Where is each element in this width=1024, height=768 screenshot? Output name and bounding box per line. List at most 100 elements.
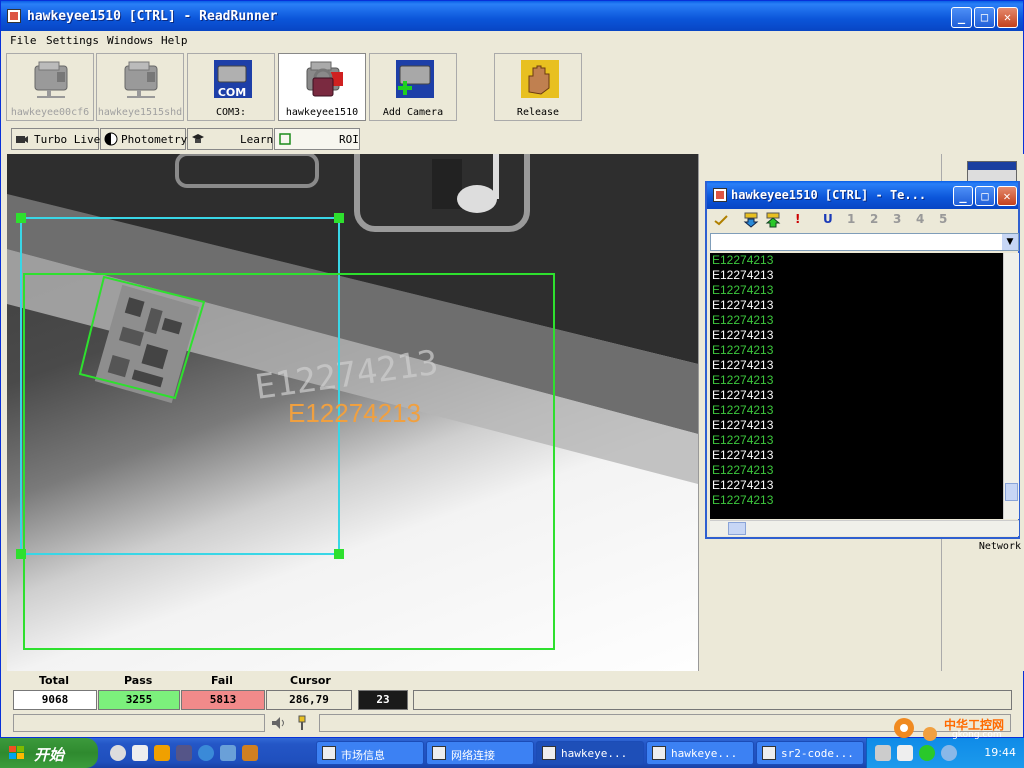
quicklaunch-icon[interactable] — [220, 745, 236, 761]
terminal-vertical-scrollbar[interactable] — [1003, 253, 1019, 519]
task-hawkeye-terminal[interactable]: hawkeye... — [646, 741, 754, 765]
close-button[interactable]: ✕ — [997, 7, 1018, 28]
ie-icon[interactable] — [198, 745, 214, 761]
cursor-position: 286,79 — [266, 690, 352, 710]
fail-count: 5813 — [181, 690, 265, 710]
upload-arrow-icon[interactable] — [765, 212, 781, 228]
camera-hawkeye1515shd[interactable]: hawkeye1515shd — [96, 53, 184, 121]
terminal-line: E12274213 — [712, 418, 774, 432]
menu-file[interactable]: File — [10, 34, 37, 47]
task-hawkeye-main[interactable]: hawkeye... — [536, 741, 644, 765]
task-label: hawkeye... — [671, 747, 738, 760]
download-arrow-icon[interactable] — [743, 212, 759, 228]
release-hand-icon — [521, 60, 559, 98]
total-count: 9068 — [13, 690, 97, 710]
photometry-button[interactable]: Photometry — [100, 128, 187, 150]
tray-icon[interactable] — [941, 745, 957, 761]
half-circle-icon — [104, 132, 118, 146]
terminal-close-button[interactable]: ✕ — [997, 186, 1017, 206]
start-label: 开始 — [34, 746, 65, 764]
maximize-button[interactable]: □ — [974, 7, 995, 28]
channel-5[interactable]: 5 — [939, 212, 947, 226]
task-network[interactable]: 网络连接 — [426, 741, 534, 765]
task-market-info[interactable]: 市场信息 — [316, 741, 424, 765]
camera-label: hawkeyee00cf6 — [10, 107, 90, 118]
network-label[interactable]: Network — [943, 541, 1021, 552]
app-icon — [762, 746, 776, 760]
terminal-line: E12274213 — [712, 463, 774, 477]
roi-handle[interactable] — [334, 213, 344, 223]
task-label: sr2-code... — [781, 747, 854, 760]
keyboard-icon[interactable] — [875, 745, 891, 761]
scroll-thumb[interactable] — [1005, 483, 1018, 501]
tray-icon[interactable] — [919, 745, 935, 761]
menu-settings[interactable]: Settings — [46, 34, 99, 47]
menu-help[interactable]: Help — [161, 34, 188, 47]
channel-1[interactable]: 1 — [847, 212, 855, 226]
quicklaunch-icon[interactable] — [242, 745, 258, 761]
roi-label: ROI — [339, 133, 359, 146]
camera-label: hawkeyee1510 — [285, 107, 359, 118]
folder-icon — [322, 746, 336, 760]
probe-icon[interactable] — [293, 714, 311, 732]
roi-square-icon — [279, 133, 291, 145]
speaker-icon[interactable] — [269, 714, 287, 732]
terminal-line: E12274213 — [712, 373, 774, 387]
app-icon — [7, 9, 21, 23]
camera-hawkeyee1510[interactable]: hawkeyee1510 — [278, 53, 366, 121]
serial-port-icon: COM — [214, 60, 252, 99]
alert-icon[interactable]: ! — [795, 212, 800, 226]
terminal-line: E12274213 — [712, 268, 774, 282]
help-icon[interactable] — [897, 745, 913, 761]
channel-2[interactable]: 2 — [870, 212, 878, 226]
add-camera-icon — [396, 60, 434, 98]
quicklaunch-icon[interactable] — [176, 745, 192, 761]
check-icon[interactable] — [713, 212, 729, 228]
menu-windows[interactable]: Windows — [107, 34, 153, 47]
add-camera-button[interactable]: Add Camera — [369, 53, 457, 121]
terminal-title-bar[interactable]: hawkeyee1510 [CTRL] - Te... _ □ ✕ — [707, 181, 1018, 209]
quicklaunch-icon[interactable] — [132, 745, 148, 761]
film-camera-icon — [16, 136, 28, 143]
camera-label: COM3: — [215, 107, 247, 118]
terminal-line: E12274213 — [712, 448, 774, 462]
turbo-live-button[interactable]: Turbo Live — [11, 128, 100, 150]
roi-handle[interactable] — [334, 549, 344, 559]
title-bar[interactable]: hawkeyee1510 [CTRL] - ReadRunner _ □ ✕ — [1, 1, 1023, 31]
release-button[interactable]: Release — [494, 53, 582, 121]
quicklaunch-icon[interactable] — [110, 745, 126, 761]
pass-header: Pass — [124, 674, 153, 687]
task-sr2-code[interactable]: sr2-code... — [756, 741, 864, 765]
camera-hawkeyee00cf6[interactable]: hawkeyee00cf6 — [6, 53, 94, 121]
scroll-thumb[interactable] — [728, 522, 746, 535]
clock: 19:44 — [984, 746, 1016, 759]
camera-label: Release — [516, 107, 560, 118]
terminal-horizontal-scrollbar[interactable] — [710, 520, 1019, 536]
preview-thumbnail[interactable] — [967, 161, 1017, 183]
terminal-output[interactable]: E12274213 E12274213 E12274213 E12274213 E122… — [710, 253, 1003, 519]
terminal-line: E12274213 — [712, 433, 774, 447]
channel-3[interactable]: 3 — [893, 212, 901, 226]
cursor-header: Cursor — [290, 674, 331, 687]
unit-u-icon[interactable]: U — [823, 212, 833, 226]
camera-com3[interactable]: COM COM3: — [187, 53, 275, 121]
roi-handle[interactable] — [16, 213, 26, 223]
terminal-minimize-button[interactable]: _ — [953, 186, 973, 206]
roi-button[interactable]: ROI — [274, 128, 360, 150]
graduation-cap-icon — [192, 134, 204, 143]
terminal-window: hawkeyee1510 [CTRL] - Te... _ □ ✕ ! U 1 … — [705, 181, 1020, 539]
terminal-line: E12274213 — [712, 358, 774, 372]
camera-image-view[interactable]: E12274213 E12274213 — [7, 154, 698, 671]
terminal-command-select[interactable]: ▼ — [710, 233, 1019, 251]
start-button[interactable]: 开始 — [0, 738, 98, 768]
minimize-button[interactable]: _ — [951, 7, 972, 28]
camera-label: Add Camera — [382, 107, 444, 118]
quicklaunch-icon[interactable] — [154, 745, 170, 761]
window-title: hawkeyee1510 [CTRL] - ReadRunner — [27, 9, 278, 24]
chevron-down-icon[interactable]: ▼ — [1002, 234, 1018, 250]
terminal-maximize-button[interactable]: □ — [975, 186, 995, 206]
learn-button[interactable]: Learn — [187, 128, 273, 150]
camera-bar: hawkeyee00cf6 hawkeye1515shd COM COM3: h… — [1, 53, 1023, 123]
taskbar: 开始 市场信息 网络连接 hawkeye... hawkeye... sr2-c… — [0, 738, 1024, 768]
channel-4[interactable]: 4 — [916, 212, 924, 226]
